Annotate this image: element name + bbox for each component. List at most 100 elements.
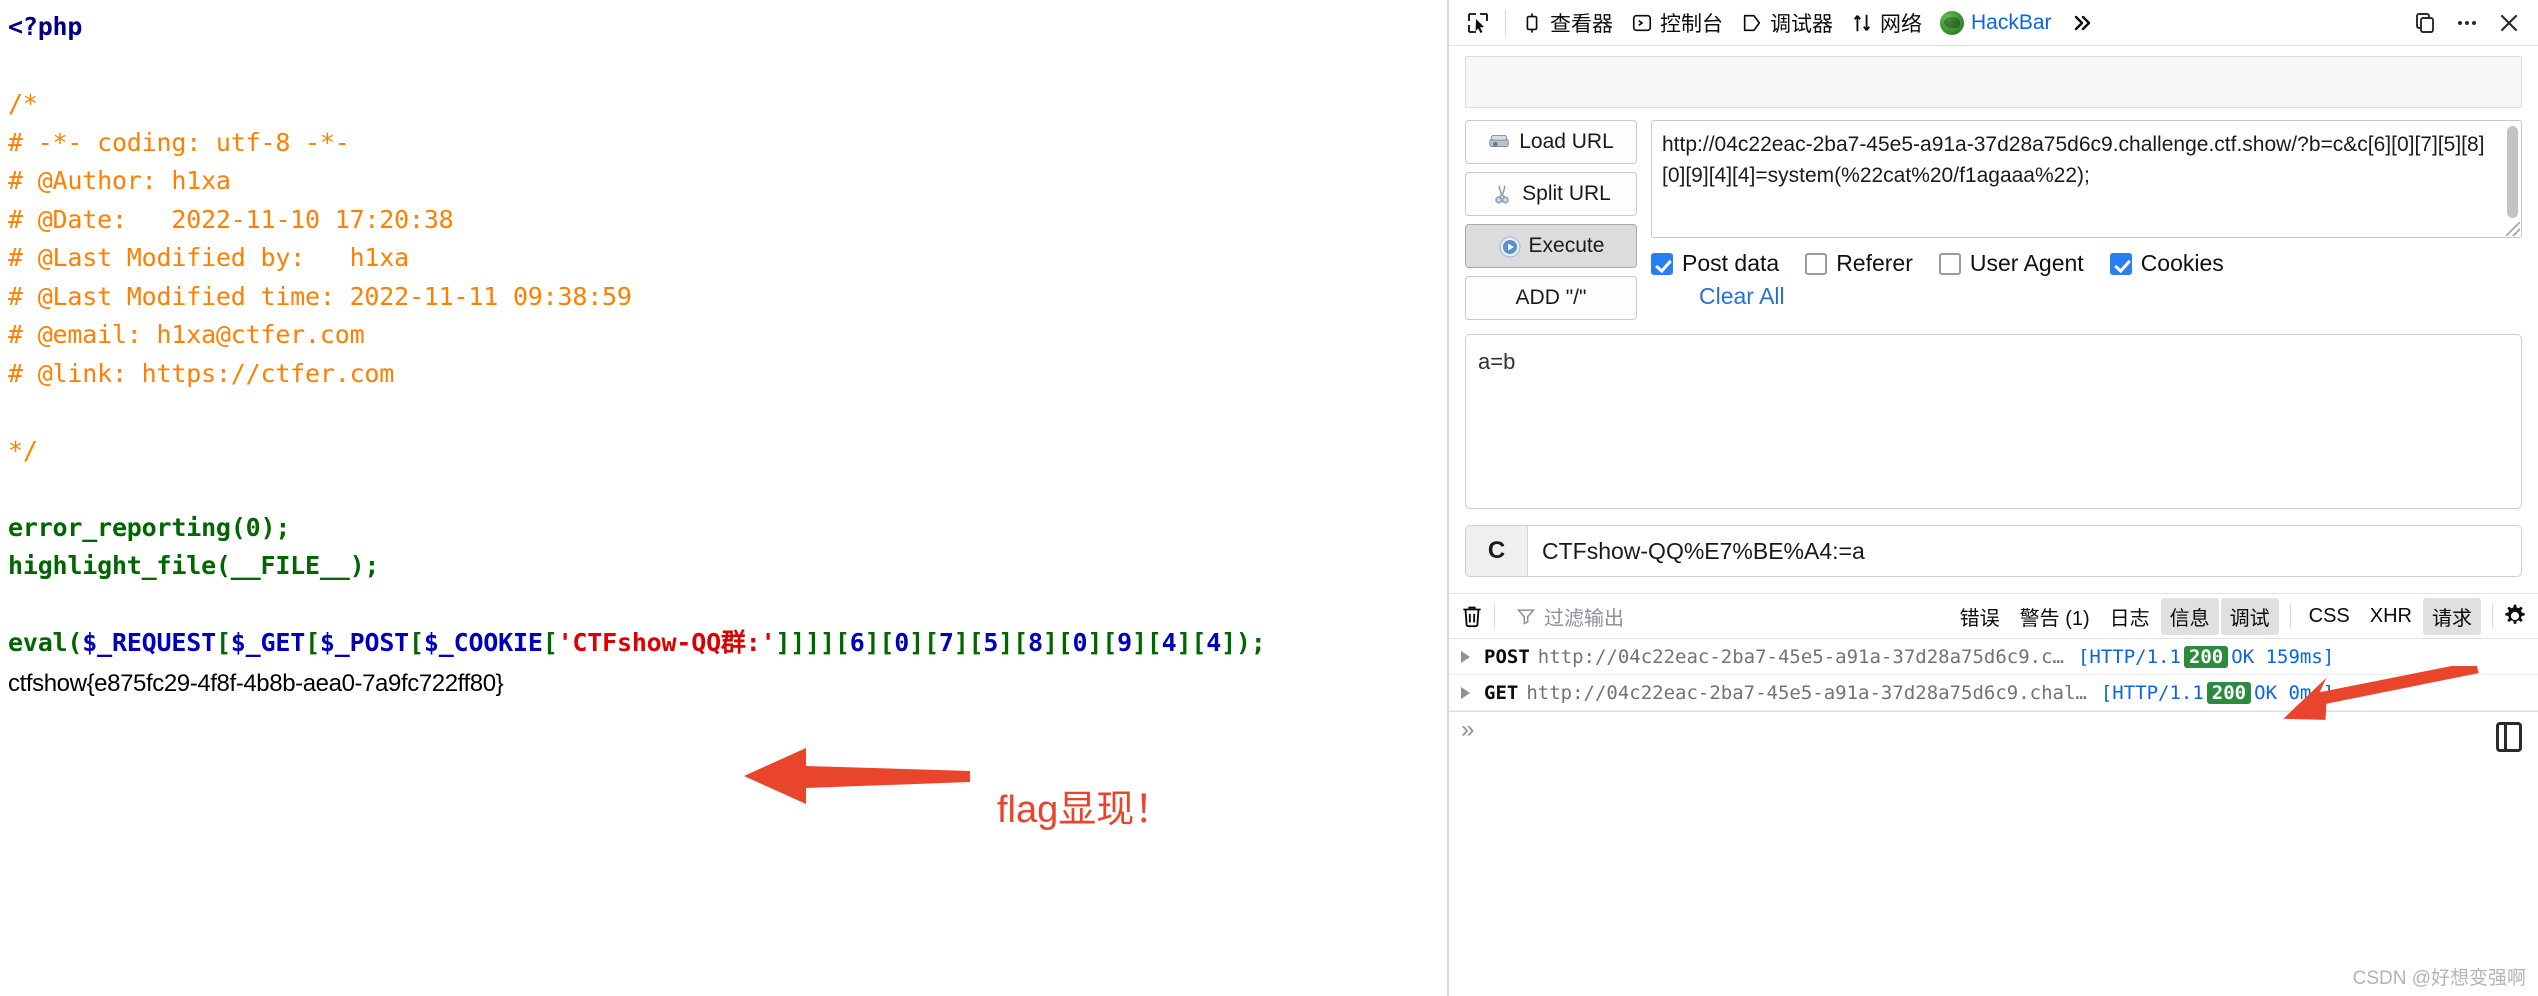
console-filter-input[interactable]: 过滤输出 bbox=[1516, 602, 1951, 631]
checkbox-referer[interactable]: Referer bbox=[1805, 250, 1913, 277]
checkbox-cookies-label: Cookies bbox=[2140, 250, 2224, 276]
request-meta-prefix: [HTTP/1.1 bbox=[2100, 681, 2204, 704]
url-textarea-wrapper: http://04c22eac-2ba7-45e5-a91a-37d28a75d… bbox=[1651, 120, 2522, 238]
url-resize-handle[interactable] bbox=[2506, 222, 2520, 236]
execute-icon bbox=[1498, 235, 1521, 258]
checkbox-post-data-label: Post data bbox=[1682, 250, 1780, 276]
checkbox-user-agent-box[interactable] bbox=[1938, 252, 1961, 275]
flag-output-text: ctfshow{e875fc29-4f8f-4b8b-aea0-7a9fc722… bbox=[8, 669, 504, 697]
checkbox-referer-box[interactable] bbox=[1805, 252, 1828, 275]
split-console-icon[interactable] bbox=[2496, 722, 2522, 752]
filter-divider-2 bbox=[2289, 604, 2291, 628]
hackbar-button-column: Load URL Split URL Execute ADD "/" bbox=[1465, 120, 1637, 320]
hackbar-checkbox-row: Post data Referer User Agent Cookies bbox=[1651, 250, 2522, 277]
status-badge: 200 bbox=[2183, 645, 2229, 668]
checkbox-cookies-box[interactable] bbox=[2109, 252, 2132, 275]
filter-errors[interactable]: 错误 bbox=[1951, 598, 2009, 635]
console-filter-placeholder: 过滤输出 bbox=[1544, 607, 1624, 630]
toolbar-overflow-button[interactable] bbox=[2061, 7, 2103, 39]
execute-button[interactable]: Execute bbox=[1465, 224, 1637, 268]
hackbar-top-empty-box bbox=[1465, 56, 2522, 108]
php-comment-block: /* # -*- coding: utf-8 -*- # @Author: h1… bbox=[8, 89, 632, 465]
url-input[interactable]: http://04c22eac-2ba7-45e5-a91a-37d28a75d… bbox=[1651, 120, 2522, 238]
close-devtools-button[interactable] bbox=[2488, 7, 2530, 39]
split-url-icon bbox=[1491, 183, 1513, 205]
add-slash-label: ADD "/" bbox=[1515, 286, 1587, 309]
request-meta-suffix: OK 159ms] bbox=[2231, 645, 2335, 668]
dock-position-button[interactable] bbox=[2404, 7, 2446, 39]
clear-console-icon[interactable] bbox=[1459, 603, 1485, 629]
hackbar-url-area: http://04c22eac-2ba7-45e5-a91a-37d28a75d… bbox=[1651, 120, 2522, 310]
execute-label: Execute bbox=[1528, 234, 1605, 257]
devtools-panel: 查看器 控制台 调试器 网络 HackBar Load URL Split UR… bbox=[1447, 0, 2538, 996]
element-picker-icon bbox=[1466, 11, 1490, 35]
filter-warnings[interactable]: 警告 (1) bbox=[2011, 598, 2099, 635]
checkbox-post-data-box[interactable] bbox=[1651, 252, 1673, 275]
checkbox-user-agent-label: User Agent bbox=[1969, 250, 2084, 276]
close-icon bbox=[2497, 11, 2521, 35]
request-method: GET bbox=[1484, 681, 1519, 704]
filter-requests[interactable]: 请求 bbox=[2423, 597, 2481, 635]
load-url-button[interactable]: Load URL bbox=[1465, 120, 1637, 164]
console-icon bbox=[1631, 12, 1653, 34]
element-picker-button[interactable] bbox=[1457, 7, 1499, 39]
php-source-code: <?php /* # -*- coding: utf-8 -*- # @Auth… bbox=[8, 8, 1266, 703]
filter-logs[interactable]: 日志 bbox=[2101, 598, 2159, 635]
more-options-icon bbox=[2455, 11, 2479, 35]
filter-divider bbox=[1494, 604, 1495, 628]
php-open-tag: <?php bbox=[8, 12, 83, 41]
tab-console[interactable]: 控制台 bbox=[1622, 4, 1732, 42]
expand-triangle-icon[interactable] bbox=[1461, 650, 1470, 663]
page-content-pane: <?php /* # -*- coding: utf-8 -*- # @Auth… bbox=[0, 0, 1447, 996]
error-reporting-call: error_reporting bbox=[8, 512, 231, 542]
checkbox-referer-label: Referer bbox=[1836, 250, 1913, 276]
highlight-file-call: highlight_file bbox=[8, 551, 216, 580]
split-url-label: Split URL bbox=[1522, 182, 1611, 205]
console-filter-bar: 过滤输出 错误 警告 (1) 日志 信息 调试 CSS XHR 请求 bbox=[1449, 593, 2538, 639]
request-method: POST bbox=[1484, 645, 1530, 668]
watermark-text: CSDN @好想变强啊 bbox=[2352, 968, 2526, 989]
tab-inspector[interactable]: 查看器 bbox=[1512, 4, 1622, 42]
load-url-label: Load URL bbox=[1519, 130, 1614, 153]
inspector-icon bbox=[1521, 12, 1543, 34]
filter-divider-3 bbox=[2492, 604, 2493, 628]
tab-network-label: 网络 bbox=[1880, 12, 1922, 36]
checkbox-post-data[interactable]: Post data bbox=[1651, 250, 1779, 277]
network-icon bbox=[1851, 12, 1873, 34]
cookie-key-string: 'CTFshow-QQ群:' bbox=[557, 628, 776, 657]
cookie-field-row: C CTFshow-QQ%E7%BE%A4:=a bbox=[1465, 525, 2522, 577]
hackbar-panel: Load URL Split URL Execute ADD "/" http:… bbox=[1449, 46, 2538, 583]
checkbox-user-agent[interactable]: User Agent bbox=[1938, 250, 2084, 277]
request-url: http://04c22eac-2ba7-45e5-a91a-37d28a75d… bbox=[1537, 645, 2064, 668]
tab-inspector-label: 查看器 bbox=[1550, 12, 1613, 36]
more-options-button[interactable] bbox=[2446, 7, 2488, 39]
screenshot-root: <?php /* # -*- coding: utf-8 -*- # @Auth… bbox=[0, 0, 2538, 996]
split-url-button[interactable]: Split URL bbox=[1465, 172, 1637, 216]
cookie-field-tag: C bbox=[1466, 526, 1528, 576]
filter-css[interactable]: CSS bbox=[2300, 601, 2359, 632]
eval-call: eval bbox=[8, 628, 68, 657]
debugger-icon bbox=[1741, 12, 1763, 34]
gear-icon[interactable] bbox=[2502, 603, 2528, 629]
filter-debug[interactable]: 调试 bbox=[2220, 597, 2279, 635]
dock-to-side-icon bbox=[2413, 11, 2437, 35]
tab-hackbar[interactable]: HackBar bbox=[1931, 7, 2061, 39]
tab-network[interactable]: 网络 bbox=[1842, 4, 1931, 42]
tab-debugger-label: 调试器 bbox=[1770, 12, 1833, 36]
devtools-toolbar: 查看器 控制台 调试器 网络 HackBar bbox=[1449, 0, 2538, 46]
clear-all-link[interactable]: Clear All bbox=[1699, 283, 2522, 310]
console-input-prompt[interactable]: » CSDN @好想变强啊 bbox=[1449, 711, 2538, 996]
filter-info[interactable]: 信息 bbox=[2160, 597, 2219, 635]
tab-debugger[interactable]: 调试器 bbox=[1732, 4, 1842, 42]
post-data-textarea[interactable]: a=b bbox=[1465, 334, 2522, 509]
tab-hackbar-label: HackBar bbox=[1971, 10, 2052, 34]
annotation-arrow-left-icon bbox=[744, 748, 970, 804]
expand-triangle-icon[interactable] bbox=[1461, 686, 1470, 699]
tab-console-label: 控制台 bbox=[1660, 12, 1723, 36]
url-scrollbar-thumb[interactable] bbox=[2507, 126, 2518, 218]
filter-xhr[interactable]: XHR bbox=[2361, 601, 2421, 632]
add-slash-button[interactable]: ADD "/" bbox=[1465, 276, 1637, 320]
cookie-input[interactable]: CTFshow-QQ%E7%BE%A4:=a bbox=[1528, 526, 2521, 576]
request-url: http://04c22eac-2ba7-45e5-a91a-37d28a75d… bbox=[1526, 681, 2087, 704]
checkbox-cookies[interactable]: Cookies bbox=[2109, 250, 2224, 277]
